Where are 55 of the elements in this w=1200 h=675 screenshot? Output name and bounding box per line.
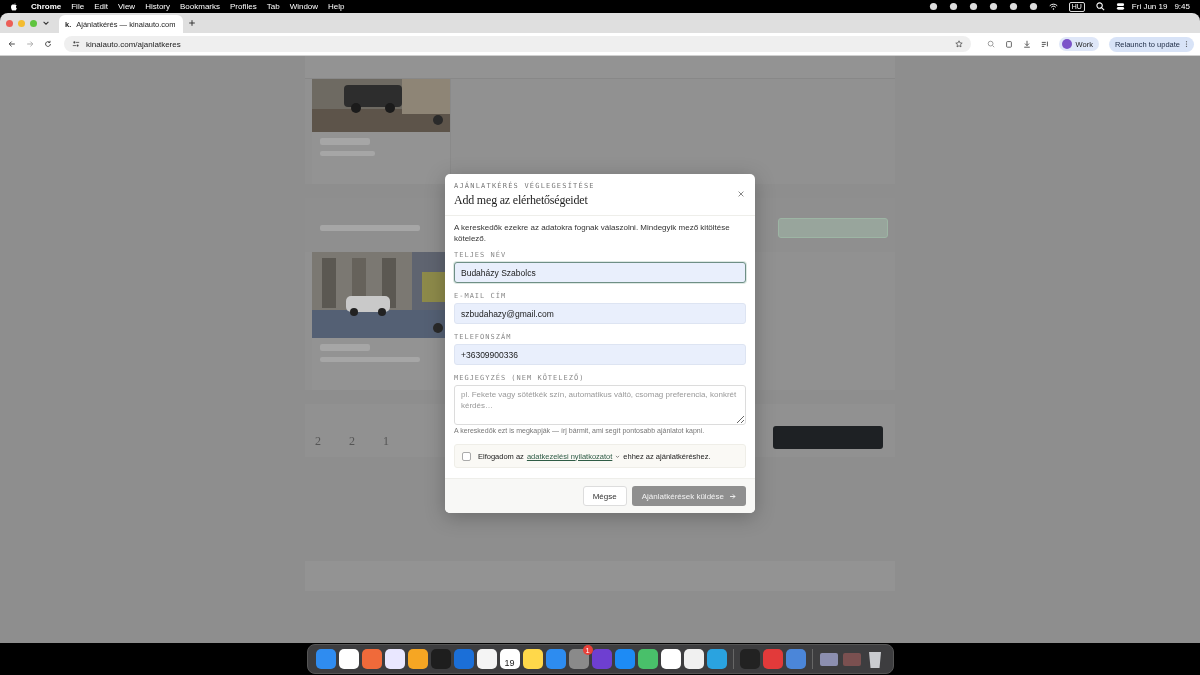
status-circle-icon[interactable] [988, 2, 998, 11]
cancel-button[interactable]: Mégse [582, 486, 627, 506]
apple-logo-icon[interactable] [10, 1, 18, 12]
app-icon[interactable] [338, 649, 359, 669]
menu-item[interactable]: Bookmarks [180, 2, 221, 11]
app-icon[interactable] [522, 649, 543, 669]
app-icon[interactable] [660, 649, 681, 669]
more-icon[interactable] [1185, 40, 1188, 48]
site-settings-icon[interactable] [72, 40, 80, 48]
download-icon[interactable] [1022, 40, 1031, 48]
dialog-title: Add meg az elérhetőségeidet [454, 193, 589, 208]
menu-item[interactable]: Tab [266, 2, 280, 11]
zoom-icon[interactable] [986, 40, 995, 48]
menubar-time[interactable]: 9:45 [1174, 2, 1190, 11]
close-window-control[interactable] [6, 19, 13, 27]
input-field[interactable]: szbudahazy@gmail.com [454, 303, 746, 324]
back-arrow-icon[interactable] [8, 40, 16, 48]
menu-item[interactable]: Profiles [230, 2, 257, 11]
wifi-icon[interactable] [1048, 2, 1058, 11]
close-icon[interactable] [737, 190, 745, 198]
new-tab-plus-icon[interactable] [188, 19, 196, 27]
intro-text: A kereskedők ezekre az adatokra fognak válaszolni. Mindegyik mező kitöltése kötelező. [454, 222, 731, 244]
menu-item[interactable]: Edit [94, 2, 108, 11]
calendar-app-icon[interactable]: 19 [499, 649, 520, 669]
input-field[interactable]: +36309900336 [454, 344, 746, 365]
app-icon[interactable] [476, 649, 497, 669]
stat-number: 2 [349, 434, 355, 449]
app-icon[interactable] [683, 649, 704, 669]
address-bar[interactable]: kinaiauto.com/ajanlatkeres [64, 36, 971, 52]
arrow-right-icon [729, 492, 736, 500]
status-circle-icon[interactable] [948, 2, 958, 11]
app-icon[interactable] [407, 649, 428, 669]
note-field[interactable]: pl. Fekete vagy sötétkék szín, automatikus váltó, csomag preferencia, konkrét kérdés… [454, 385, 746, 425]
status-circle-icon[interactable] [968, 2, 978, 11]
chevron-down-icon[interactable] [42, 19, 50, 27]
checkbox[interactable] [462, 451, 471, 461]
input-field[interactable]: Budaházy Szabolcs [454, 262, 746, 283]
menubar-date[interactable]: Fri Jun 19 [1131, 2, 1168, 11]
menu-item[interactable]: Window [289, 2, 319, 11]
control-center-icon[interactable] [1115, 2, 1125, 11]
menu-item[interactable]: Help [328, 2, 345, 11]
status-circle-icon[interactable] [1028, 2, 1038, 11]
app-icon[interactable] [384, 649, 405, 669]
menu-item[interactable]: View [117, 2, 136, 11]
status-circle-icon[interactable] [1008, 2, 1018, 11]
status-circle-icon[interactable] [928, 2, 938, 11]
menu-item[interactable]: File [71, 2, 85, 11]
menu-app-name[interactable]: Chrome [31, 2, 62, 11]
search-icon[interactable] [1095, 2, 1105, 11]
app-icon[interactable] [637, 649, 658, 669]
avatar-icon [1061, 39, 1072, 49]
reload-icon[interactable] [44, 40, 52, 48]
stat-number: 2 [315, 434, 321, 449]
star-icon[interactable] [954, 40, 963, 48]
menu-item[interactable]: History [145, 2, 170, 11]
